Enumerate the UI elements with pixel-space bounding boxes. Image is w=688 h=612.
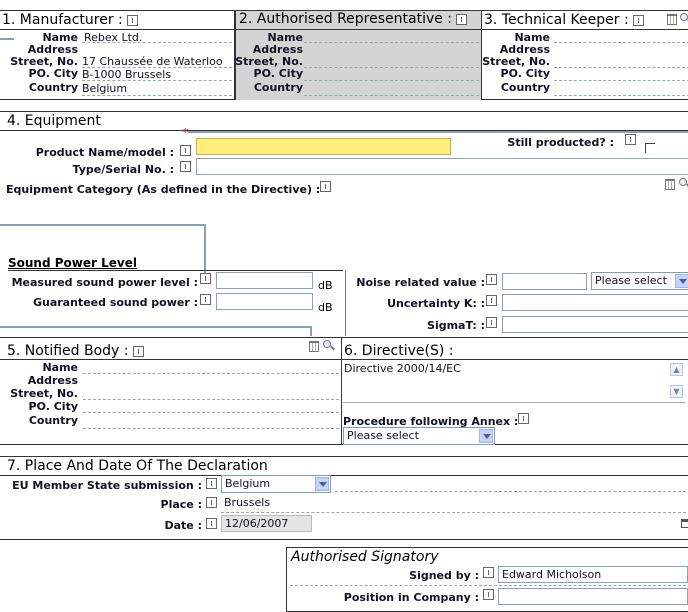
equipment-title: 4. Equipment xyxy=(7,113,101,129)
search-icon[interactable] xyxy=(323,340,331,348)
uncertainty-input[interactable] xyxy=(502,294,688,311)
measured-unit: dB xyxy=(318,279,333,292)
notified-address-label: Address xyxy=(27,374,78,387)
member-state-label: EU Member State submission : xyxy=(12,479,202,492)
keeper-pocity-label: PO. City xyxy=(500,67,550,80)
manufacturer-section: 1. Manufacturer : Name Rebex Ltd. Addres… xyxy=(0,10,235,100)
position-input[interactable] xyxy=(498,588,688,605)
member-state-select[interactable]: Belgium xyxy=(221,475,331,493)
notified-body-title: 5. Notified Body : xyxy=(7,343,144,360)
info-icon[interactable] xyxy=(200,273,211,284)
info-icon[interactable] xyxy=(633,14,645,26)
chevron-down-icon[interactable] xyxy=(315,477,329,491)
trash-icon[interactable] xyxy=(667,14,677,25)
info-icon[interactable] xyxy=(483,589,494,600)
representative-pocity-label: PO. City xyxy=(253,67,303,80)
keeper-country-label: Country xyxy=(500,81,550,94)
info-icon[interactable] xyxy=(518,413,529,424)
notified-pocity-label: PO. City xyxy=(28,400,78,413)
manufacturer-country-label: Country xyxy=(28,81,78,94)
still-producted-label: Still producted? : xyxy=(507,136,614,149)
sigma-label: SigmaT: : xyxy=(427,319,485,332)
info-icon[interactable] xyxy=(206,518,217,529)
trash-icon[interactable] xyxy=(309,341,319,352)
guaranteed-unit: dB xyxy=(318,301,333,314)
notified-country-label: Country xyxy=(28,414,78,427)
info-icon[interactable] xyxy=(180,161,191,172)
scroll-up-arrow[interactable]: ▲ xyxy=(670,363,683,376)
info-icon[interactable] xyxy=(206,497,217,508)
representative-section: 2. Authorised Representative : Name Addr… xyxy=(235,10,482,100)
manufacturer-title: 1. Manufacturer : xyxy=(2,12,139,29)
notified-street-label: Street, No. xyxy=(10,387,78,400)
product-name-input[interactable] xyxy=(196,138,451,155)
guaranteed-sound-input[interactable] xyxy=(216,293,313,310)
signed-by-input[interactable]: Edward Micholson xyxy=(498,566,688,583)
info-icon[interactable] xyxy=(456,13,468,25)
position-label: Position in Company : xyxy=(343,591,479,604)
date-input[interactable]: 12/06/2007 xyxy=(221,515,312,532)
product-name-label: Product Name/model : xyxy=(35,146,174,159)
representative-country-label: Country xyxy=(253,81,303,94)
keeper-section: 3. Technical Keeper : Name Address Stree… xyxy=(481,10,688,100)
directive-section: 6. Directive(S) : Directive 2000/14/EC ▲… xyxy=(341,337,688,445)
directive-list-item[interactable]: Directive 2000/14/EC xyxy=(344,362,461,375)
calendar-icon[interactable] xyxy=(681,519,688,528)
info-icon[interactable] xyxy=(200,294,211,305)
signed-by-label: Signed by : xyxy=(409,569,479,582)
equipment-category-label: Equipment Category (As defined in the Di… xyxy=(6,183,321,196)
noise-related-input[interactable] xyxy=(502,273,587,290)
manufacturer-country-value[interactable]: Belgium xyxy=(82,82,127,95)
place-input[interactable]: Brussels xyxy=(221,495,327,512)
info-icon[interactable] xyxy=(180,145,191,156)
directive-list[interactable]: Directive 2000/14/EC ▲ ▼ xyxy=(343,361,685,403)
place-date-title: 7. Place And Date Of The Declaration xyxy=(7,458,268,474)
manufacturer-pocity-label: PO. City xyxy=(28,67,78,80)
info-icon[interactable] xyxy=(486,295,497,306)
type-serial-label: Type/Serial No. : xyxy=(72,163,175,176)
info-icon[interactable] xyxy=(486,317,497,328)
date-label: Date : xyxy=(164,519,202,532)
notified-body-section: 5. Notified Body : Name Address Street, … xyxy=(0,337,342,445)
representative-title: 2. Authorised Representative : xyxy=(236,11,481,29)
directive-title: 6. Directive(S) : xyxy=(344,343,454,359)
noise-select[interactable]: Please select xyxy=(591,272,688,290)
signatory-title: Authorised Signatory xyxy=(291,549,439,565)
keeper-title: 3. Technical Keeper : xyxy=(484,12,645,29)
chevron-down-icon[interactable] xyxy=(675,274,688,288)
procedure-select[interactable]: Please select xyxy=(343,427,495,445)
info-icon[interactable] xyxy=(483,567,494,578)
sigma-input[interactable] xyxy=(502,316,688,333)
info-icon[interactable] xyxy=(486,274,497,285)
measured-sound-label: Measured sound power level : xyxy=(11,276,198,289)
search-icon[interactable] xyxy=(680,13,688,21)
still-producted-checkbox[interactable] xyxy=(645,143,655,153)
guaranteed-sound-label: Guaranteed sound power : xyxy=(32,296,198,309)
info-icon[interactable] xyxy=(320,181,331,192)
place-label: Place : xyxy=(160,498,202,511)
info-icon[interactable] xyxy=(625,134,636,145)
sound-power-title: Sound Power Level xyxy=(8,256,137,270)
info-icon[interactable] xyxy=(132,345,144,357)
info-icon[interactable] xyxy=(206,478,217,489)
trash-icon[interactable] xyxy=(665,179,675,190)
chevron-down-icon[interactable] xyxy=(479,429,493,443)
scroll-down-arrow[interactable]: ▼ xyxy=(670,385,683,398)
place-date-section: 7. Place And Date Of The Declaration xyxy=(0,456,688,540)
search-icon[interactable] xyxy=(679,178,687,186)
type-serial-input[interactable] xyxy=(196,158,688,175)
measured-sound-input[interactable] xyxy=(216,272,313,289)
uncertainty-label: Uncertainty K: : xyxy=(387,297,485,310)
info-icon[interactable] xyxy=(127,14,139,26)
noise-related-label: Noise related value : xyxy=(356,276,485,289)
notified-name-label: Name xyxy=(42,361,78,374)
